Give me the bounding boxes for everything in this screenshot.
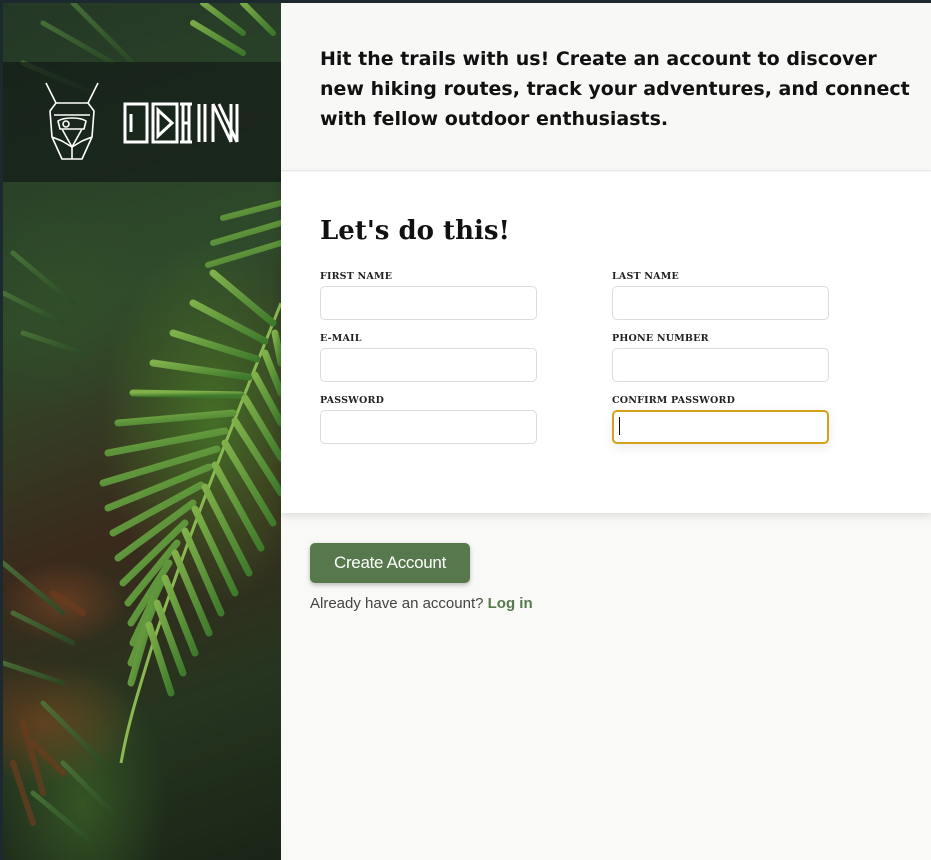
last-name-field: Last Name <box>612 271 829 320</box>
brand-bar <box>3 62 281 182</box>
email-input[interactable] <box>320 348 537 382</box>
login-prompt-text: Already have an account? <box>310 595 484 612</box>
password-label: Password <box>320 395 385 406</box>
last-name-input[interactable] <box>612 286 829 320</box>
first-name-input[interactable] <box>320 286 537 320</box>
email-field: E-mail <box>320 333 537 382</box>
hero-image-panel <box>3 3 281 860</box>
text-caret <box>619 417 620 435</box>
page-frame: Hit the trails with us! Create an accoun… <box>0 0 931 860</box>
confirm-password-input[interactable] <box>612 410 829 444</box>
phone-label: Phone Number <box>612 333 709 344</box>
email-label: E-mail <box>320 333 362 344</box>
confirm-password-label: Confirm Password <box>612 395 736 406</box>
intro-section: Hit the trails with us! Create an accoun… <box>281 3 931 171</box>
last-name-label: Last Name <box>612 271 679 282</box>
signup-form: Let's do this! First Name Last Name E-ma… <box>281 172 931 513</box>
main-content: Hit the trails with us! Create an accoun… <box>281 3 931 860</box>
viking-helmet-icon <box>45 82 99 160</box>
login-link[interactable]: Log in <box>488 595 533 612</box>
first-name-label: First Name <box>320 271 393 282</box>
create-account-button[interactable]: Create Account <box>310 543 470 583</box>
intro-text: Hit the trails with us! Create an accoun… <box>320 48 910 130</box>
form-heading: Let's do this! <box>320 216 510 246</box>
phone-field: Phone Number <box>612 333 829 382</box>
first-name-field: First Name <box>320 271 537 320</box>
phone-input[interactable] <box>612 348 829 382</box>
password-field: Password <box>320 395 537 444</box>
odin-wordmark <box>123 102 239 144</box>
password-input[interactable] <box>320 410 537 444</box>
login-prompt: Already have an account? Log in <box>310 595 533 612</box>
confirm-password-field: Confirm Password <box>612 395 829 444</box>
